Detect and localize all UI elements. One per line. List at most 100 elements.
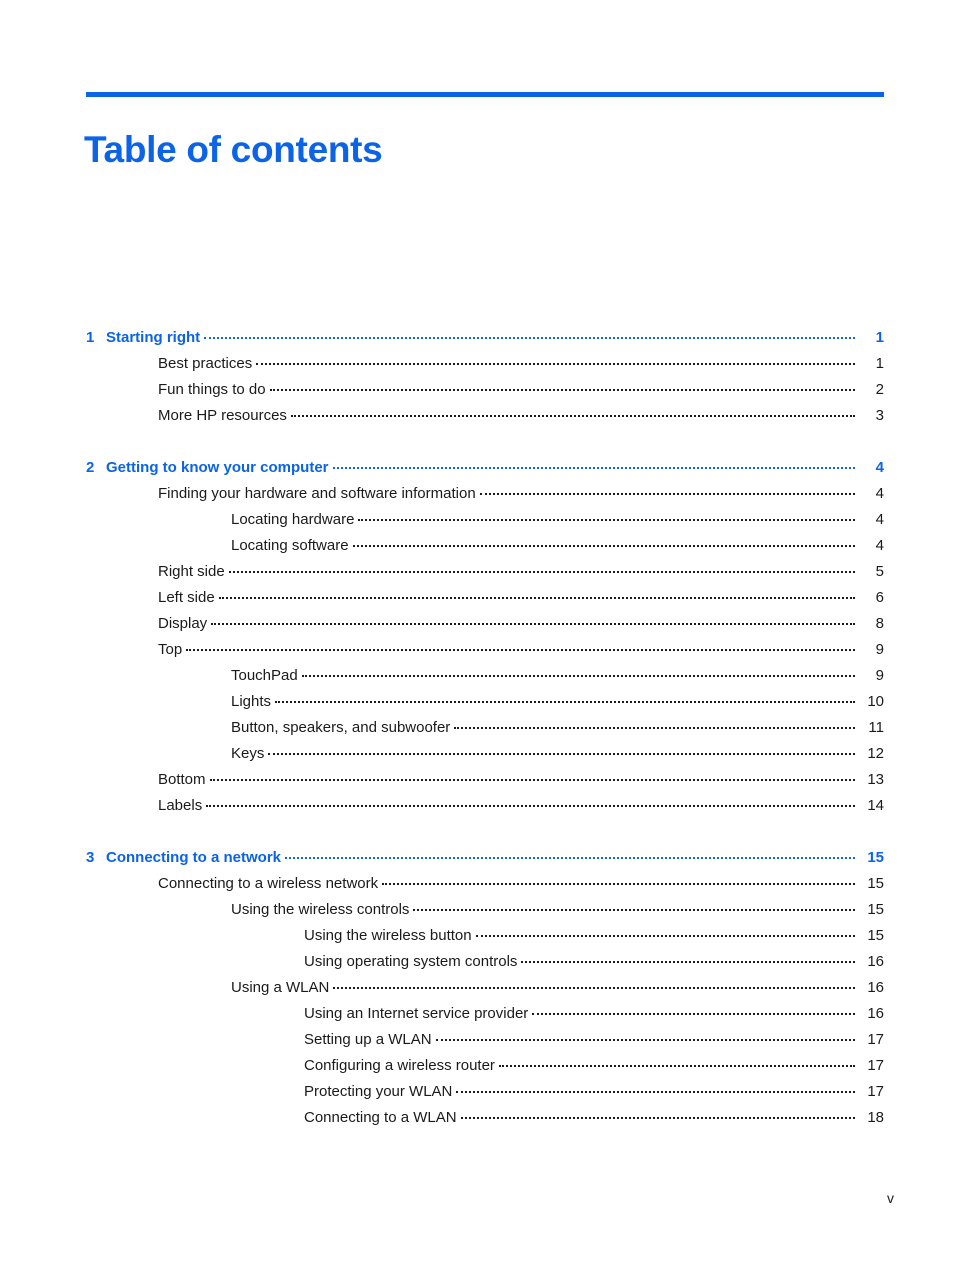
- toc-chapter-row[interactable]: 2 Getting to know your computer 4: [0, 457, 954, 483]
- toc-entry-label: Protecting your WLAN: [304, 1083, 453, 1100]
- toc-entry-label: Connecting to a WLAN: [304, 1109, 457, 1126]
- toc-page-number: 14: [867, 797, 884, 814]
- toc-entry-row[interactable]: Using the wireless controls 15: [0, 899, 954, 925]
- toc-page-number: 17: [867, 1057, 884, 1074]
- toc-dot-leader: [269, 379, 855, 394]
- toc-entry-label: Lights: [231, 693, 272, 710]
- toc-entry-row[interactable]: Display 8: [0, 613, 954, 639]
- toc-page-number: 8: [875, 615, 884, 632]
- page-title: Table of contents: [84, 128, 383, 170]
- toc-page-number: 12: [867, 745, 884, 762]
- toc-entry-label: Right side: [158, 563, 225, 580]
- toc-entry-label: Button, speakers, and subwoofer: [231, 719, 451, 736]
- toc-entry-row[interactable]: More HP resources 3: [0, 405, 954, 431]
- toc-chapter-number: 2: [86, 459, 95, 476]
- toc-entry-row[interactable]: Keys 12: [0, 743, 954, 769]
- toc-dot-leader: [204, 327, 855, 342]
- toc-entry-row[interactable]: Locating hardware 4: [0, 509, 954, 535]
- toc-entry-row[interactable]: Using the wireless button 15: [0, 925, 954, 951]
- toc-entry-label: TouchPad: [231, 667, 298, 684]
- toc-page-number: 16: [867, 979, 884, 996]
- toc-entry-label: Display: [158, 615, 208, 632]
- toc-page-number: 4: [875, 511, 884, 528]
- toc-dot-leader: [358, 509, 855, 524]
- toc-entry-label: Starting right: [106, 329, 201, 346]
- toc-entry-row[interactable]: Setting up a WLAN 17: [0, 1029, 954, 1055]
- toc-page-number: 17: [867, 1031, 884, 1048]
- toc-entry-row[interactable]: Using an Internet service provider 16: [0, 1003, 954, 1029]
- toc-dot-leader: [332, 457, 855, 472]
- toc-dot-leader: [268, 743, 855, 758]
- toc-entry-row[interactable]: Labels 14: [0, 795, 954, 821]
- toc-entry-row[interactable]: Lights 10: [0, 691, 954, 717]
- toc-dot-leader: [498, 1055, 855, 1070]
- toc-page-number: 16: [867, 953, 884, 970]
- toc-entry-label: Locating software: [231, 537, 349, 554]
- toc-entry-label: More HP resources: [158, 407, 287, 424]
- toc-entry-label: Connecting to a wireless network: [158, 875, 379, 892]
- toc-entry-label: Connecting to a network: [106, 849, 282, 866]
- toc-entry-label: Best practices: [158, 355, 253, 372]
- toc-entry-row[interactable]: Best practices 1: [0, 353, 954, 379]
- toc-dot-leader: [454, 717, 855, 732]
- toc-entry-label: Left side: [158, 589, 215, 606]
- toc-page-number: 1: [875, 329, 884, 346]
- toc-chapter-row[interactable]: 3 Connecting to a network 15: [0, 847, 954, 873]
- toc-chapter-row[interactable]: 1 Starting right 1: [0, 327, 954, 353]
- toc-entry-row[interactable]: Top 9: [0, 639, 954, 665]
- toc-entry-row[interactable]: Right side 5: [0, 561, 954, 587]
- toc-entry-label: Bottom: [158, 771, 206, 788]
- toc-entry-row[interactable]: Fun things to do 2: [0, 379, 954, 405]
- toc-entry-row[interactable]: Finding your hardware and software infor…: [0, 483, 954, 509]
- toc-page-number: 9: [875, 641, 884, 658]
- toc-dot-leader: [186, 639, 855, 654]
- toc-dot-leader: [290, 405, 855, 420]
- toc-page-number: 13: [867, 771, 884, 788]
- toc-entry-label: Top: [158, 641, 183, 658]
- toc-dot-leader: [256, 353, 855, 368]
- toc-dot-leader: [382, 873, 855, 888]
- toc-page-number: 1: [875, 355, 884, 372]
- toc-entry-row[interactable]: TouchPad 9: [0, 665, 954, 691]
- toc-entry-row[interactable]: Locating software 4: [0, 535, 954, 561]
- toc-group-spacer: [0, 431, 954, 457]
- toc-entry-label: Locating hardware: [231, 511, 355, 528]
- toc-dot-leader: [479, 483, 855, 498]
- toc-chapter-number: 1: [86, 329, 95, 346]
- toc-entry-label: Using a WLAN: [231, 979, 330, 996]
- toc-entry-row[interactable]: Left side 6: [0, 587, 954, 613]
- toc-entry-row[interactable]: Configuring a wireless router 17: [0, 1055, 954, 1081]
- toc-page-number: 2: [875, 381, 884, 398]
- toc-entry-row[interactable]: Using operating system controls 16: [0, 951, 954, 977]
- toc-page-number: 9: [875, 667, 884, 684]
- toc-entry-label: Using the wireless controls: [231, 901, 410, 918]
- toc-entry-row[interactable]: Bottom 13: [0, 769, 954, 795]
- toc-entry-row[interactable]: Button, speakers, and subwoofer 11: [0, 717, 954, 743]
- toc-dot-leader: [333, 977, 855, 992]
- toc-dot-leader: [301, 665, 855, 680]
- toc-page-number: 10: [867, 693, 884, 710]
- toc-dot-leader: [460, 1107, 855, 1122]
- document-page: Table of contents 1 Starting right 1 Best p…: [0, 0, 954, 1270]
- toc-entry-row[interactable]: Using a WLAN 16: [0, 977, 954, 1003]
- toc-dot-leader: [206, 795, 855, 810]
- toc-dot-leader: [228, 561, 855, 576]
- toc-dot-leader: [521, 951, 855, 966]
- toc-entry-label: Configuring a wireless router: [304, 1057, 495, 1074]
- toc-page-number: 4: [875, 459, 884, 476]
- toc-entry-row[interactable]: Connecting to a wireless network 15: [0, 873, 954, 899]
- toc-entry-label: Fun things to do: [158, 381, 266, 398]
- toc-entry-row[interactable]: Protecting your WLAN 17: [0, 1081, 954, 1107]
- toc-entry-label: Using an Internet service provider: [304, 1005, 529, 1022]
- toc-page-number: 15: [867, 901, 884, 918]
- toc-dot-leader: [352, 535, 855, 550]
- toc-dot-leader: [532, 1003, 855, 1018]
- toc-dot-leader: [475, 925, 855, 940]
- toc-page-number: 16: [867, 1005, 884, 1022]
- toc-entry-row[interactable]: Connecting to a WLAN 18: [0, 1107, 954, 1133]
- toc-page-number: 3: [875, 407, 884, 424]
- toc-page-number: 6: [875, 589, 884, 606]
- toc-entry-label: Finding your hardware and software infor…: [158, 485, 476, 502]
- footer-page-number: v: [887, 1190, 894, 1206]
- toc-entry-label: Using operating system controls: [304, 953, 518, 970]
